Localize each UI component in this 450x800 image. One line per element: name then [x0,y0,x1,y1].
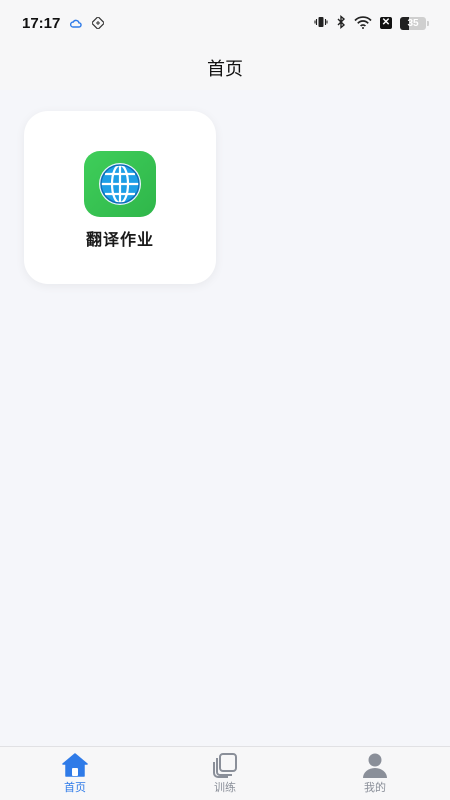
tab-mine-label: 我的 [364,781,386,794]
tab-training[interactable]: 训练 [150,747,300,800]
tab-home-label: 首页 [64,781,86,794]
status-bar: 17:17 ✕ 35 [0,0,450,46]
translation-homework-card[interactable]: 翻译作业 [24,111,216,284]
home-icon [62,753,88,777]
tab-home[interactable]: 首页 [0,747,150,800]
app-badge-icon [91,14,106,33]
tab-training-label: 训练 [214,781,236,794]
battery-level: 35 [407,17,419,29]
tab-bar: 首页 训练 我的 [0,746,450,800]
user-icon [363,753,387,778]
app-icon [84,151,156,217]
cards-icon [213,753,237,778]
tab-mine[interactable]: 我的 [300,747,450,800]
page-title: 首页 [207,59,243,80]
status-left: 17:17 [22,14,106,33]
wifi-icon [354,14,372,33]
card-label: 翻译作业 [85,230,154,249]
cloud-icon [70,14,83,33]
vibrate-icon [314,14,328,33]
globe-icon [99,163,141,205]
bluetooth-icon [336,14,346,33]
nav-bar: 首页 [0,46,450,90]
status-right: ✕ 35 [314,14,429,33]
close-box-icon: ✕ [380,17,392,29]
status-time: 17:17 [22,14,61,32]
battery-icon: 35 [400,16,429,30]
